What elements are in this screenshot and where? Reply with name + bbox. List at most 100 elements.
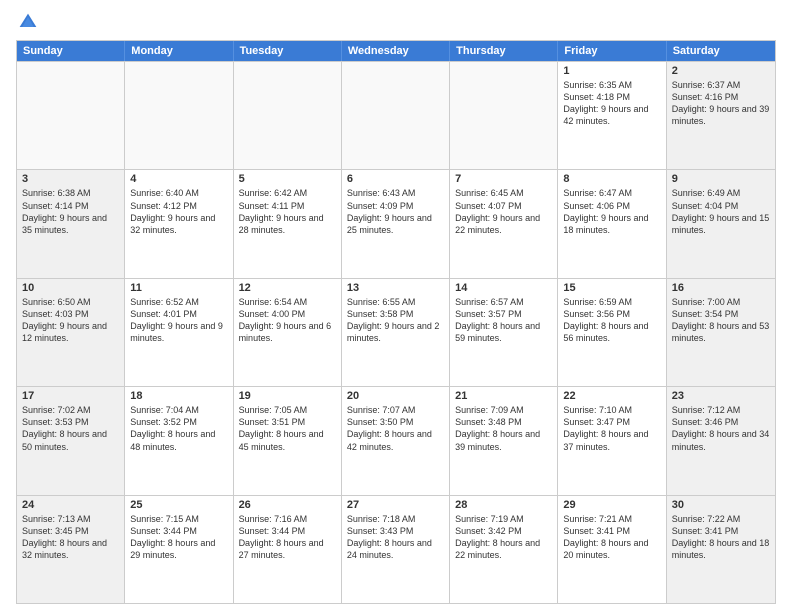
day-number: 30 [672,499,770,511]
day-number: 4 [130,173,227,185]
header-tuesday: Tuesday [234,41,342,61]
calendar-body: 1 Sunrise: 6:35 AMSunset: 4:18 PMDaylight… [17,61,775,603]
day-number: 16 [672,282,770,294]
cell-w3-d4: 13 Sunrise: 6:55 AMSunset: 3:58 PMDayligh… [342,279,450,386]
week-row-2: 3Sunrise: 6:38 AMSunset: 4:14 PMDaylight… [17,169,775,277]
cell-w3-d2: 11Sunrise: 6:52 AMSunset: 4:01 PMDayligh… [125,279,233,386]
header [16,12,776,32]
logo-icon [18,12,38,32]
day-number: 15 [563,282,660,294]
cell-w1-d2 [125,62,233,169]
cell-w3-d3: 12 Sunrise: 6:54 AMSunset: 4:00 PMDayligh… [234,279,342,386]
cell-info: Sunrise: 6:40 AMSunset: 4:12 PMDaylight:… [130,187,227,236]
week-row-4: 17 Sunrise: 7:02 AMSunset: 3:53 PMDayligh… [17,386,775,494]
day-number: 9 [672,173,770,185]
cell-info: Sunrise: 7:16 AMSunset: 3:44 PMDaylight:… [239,513,336,562]
day-number: 19 [239,390,336,402]
cell-info: Sunrise: 7:07 AMSunset: 3:50 PMDaylight:… [347,404,444,453]
cell-w5-d5: 28 Sunrise: 7:19 AMSunset: 3:42 PMDayligh… [450,496,558,603]
cell-info: Sunrise: 6:47 AMSunset: 4:06 PMDaylight:… [563,187,660,236]
header-friday: Friday [558,41,666,61]
cell-info: Sunrise: 7:10 AMSunset: 3:47 PMDaylight:… [563,404,660,453]
cell-w1-d6: 1 Sunrise: 6:35 AMSunset: 4:18 PMDaylight… [558,62,666,169]
cell-w4-d5: 21 Sunrise: 7:09 AMSunset: 3:48 PMDayligh… [450,387,558,494]
header-thursday: Thursday [450,41,558,61]
cell-info: Sunrise: 7:04 AMSunset: 3:52 PMDaylight:… [130,404,227,453]
cell-info: Sunrise: 7:19 AMSunset: 3:42 PMDaylight:… [455,513,552,562]
cell-w2-d3: 5 Sunrise: 6:42 AMSunset: 4:11 PMDaylight… [234,170,342,277]
cell-w5-d1: 24 Sunrise: 7:13 AMSunset: 3:45 PMDayligh… [17,496,125,603]
cell-w1-d3 [234,62,342,169]
week-row-5: 24 Sunrise: 7:13 AMSunset: 3:45 PMDayligh… [17,495,775,603]
logo [16,12,38,32]
header-wednesday: Wednesday [342,41,450,61]
cell-info: Sunrise: 7:02 AMSunset: 3:53 PMDaylight:… [22,404,119,453]
day-number: 13 [347,282,444,294]
header-monday: Monday [125,41,233,61]
day-number: 12 [239,282,336,294]
page: Sunday Monday Tuesday Wednesday Thursday… [0,0,792,612]
cell-info: Sunrise: 7:12 AMSunset: 3:46 PMDaylight:… [672,404,770,453]
cell-w4-d4: 20 Sunrise: 7:07 AMSunset: 3:50 PMDayligh… [342,387,450,494]
cell-info: Sunrise: 6:38 AMSunset: 4:14 PMDaylight:… [22,187,119,236]
day-number: 24 [22,499,119,511]
day-number: 14 [455,282,552,294]
cell-w1-d7: 2Sunrise: 6:37 AMSunset: 4:16 PMDaylight… [667,62,775,169]
cell-info: Sunrise: 6:54 AMSunset: 4:00 PMDaylight:… [239,296,336,345]
cell-info: Sunrise: 6:43 AMSunset: 4:09 PMDaylight:… [347,187,444,236]
cell-w1-d5 [450,62,558,169]
day-number: 20 [347,390,444,402]
header-sunday: Sunday [17,41,125,61]
day-number: 26 [239,499,336,511]
day-number: 21 [455,390,552,402]
day-number: 22 [563,390,660,402]
cell-info: Sunrise: 7:13 AMSunset: 3:45 PMDaylight:… [22,513,119,562]
cell-info: Sunrise: 6:50 AMSunset: 4:03 PMDaylight:… [22,296,119,345]
cell-w2-d4: 6 Sunrise: 6:43 AMSunset: 4:09 PMDaylight… [342,170,450,277]
day-number: 27 [347,499,444,511]
day-number: 1 [563,65,660,77]
cell-w4-d1: 17 Sunrise: 7:02 AMSunset: 3:53 PMDayligh… [17,387,125,494]
cell-w2-d7: 9 Sunrise: 6:49 AMSunset: 4:04 PMDaylight… [667,170,775,277]
header-saturday: Saturday [667,41,775,61]
cell-w3-d6: 15Sunrise: 6:59 AMSunset: 3:56 PMDayligh… [558,279,666,386]
cell-w2-d1: 3Sunrise: 6:38 AMSunset: 4:14 PMDaylight… [17,170,125,277]
cell-w5-d4: 27Sunrise: 7:18 AMSunset: 3:43 PMDayligh… [342,496,450,603]
day-number: 11 [130,282,227,294]
cell-info: Sunrise: 7:00 AMSunset: 3:54 PMDaylight:… [672,296,770,345]
week-row-1: 1 Sunrise: 6:35 AMSunset: 4:18 PMDaylight… [17,61,775,169]
cell-w4-d2: 18Sunrise: 7:04 AMSunset: 3:52 PMDayligh… [125,387,233,494]
cell-w2-d6: 8Sunrise: 6:47 AMSunset: 4:06 PMDaylight… [558,170,666,277]
cell-w4-d7: 23 Sunrise: 7:12 AMSunset: 3:46 PMDayligh… [667,387,775,494]
day-number: 2 [672,65,770,77]
cell-w4-d6: 22 Sunrise: 7:10 AMSunset: 3:47 PMDayligh… [558,387,666,494]
cell-info: Sunrise: 6:49 AMSunset: 4:04 PMDaylight:… [672,187,770,236]
cell-w3-d7: 16 Sunrise: 7:00 AMSunset: 3:54 PMDayligh… [667,279,775,386]
day-number: 7 [455,173,552,185]
cell-info: Sunrise: 6:42 AMSunset: 4:11 PMDaylight:… [239,187,336,236]
cell-info: Sunrise: 7:05 AMSunset: 3:51 PMDaylight:… [239,404,336,453]
day-number: 25 [130,499,227,511]
calendar: Sunday Monday Tuesday Wednesday Thursday… [16,40,776,604]
cell-w5-d7: 30 Sunrise: 7:22 AMSunset: 3:41 PMDayligh… [667,496,775,603]
day-number: 29 [563,499,660,511]
day-number: 17 [22,390,119,402]
week-row-3: 10 Sunrise: 6:50 AMSunset: 4:03 PMDayligh… [17,278,775,386]
day-number: 5 [239,173,336,185]
cell-w5-d6: 29Sunrise: 7:21 AMSunset: 3:41 PMDayligh… [558,496,666,603]
cell-info: Sunrise: 6:45 AMSunset: 4:07 PMDaylight:… [455,187,552,236]
cell-w4-d3: 19 Sunrise: 7:05 AMSunset: 3:51 PMDayligh… [234,387,342,494]
cell-w3-d5: 14 Sunrise: 6:57 AMSunset: 3:57 PMDayligh… [450,279,558,386]
day-number: 6 [347,173,444,185]
cell-info: Sunrise: 7:09 AMSunset: 3:48 PMDaylight:… [455,404,552,453]
day-number: 28 [455,499,552,511]
cell-info: Sunrise: 7:22 AMSunset: 3:41 PMDaylight:… [672,513,770,562]
day-number: 23 [672,390,770,402]
cell-w5-d2: 25Sunrise: 7:15 AMSunset: 3:44 PMDayligh… [125,496,233,603]
cell-info: Sunrise: 6:55 AMSunset: 3:58 PMDaylight:… [347,296,444,345]
cell-w2-d2: 4 Sunrise: 6:40 AMSunset: 4:12 PMDaylight… [125,170,233,277]
day-number: 10 [22,282,119,294]
cell-info: Sunrise: 6:35 AMSunset: 4:18 PMDaylight:… [563,79,660,128]
cell-info: Sunrise: 6:57 AMSunset: 3:57 PMDaylight:… [455,296,552,345]
cell-w5-d3: 26 Sunrise: 7:16 AMSunset: 3:44 PMDayligh… [234,496,342,603]
